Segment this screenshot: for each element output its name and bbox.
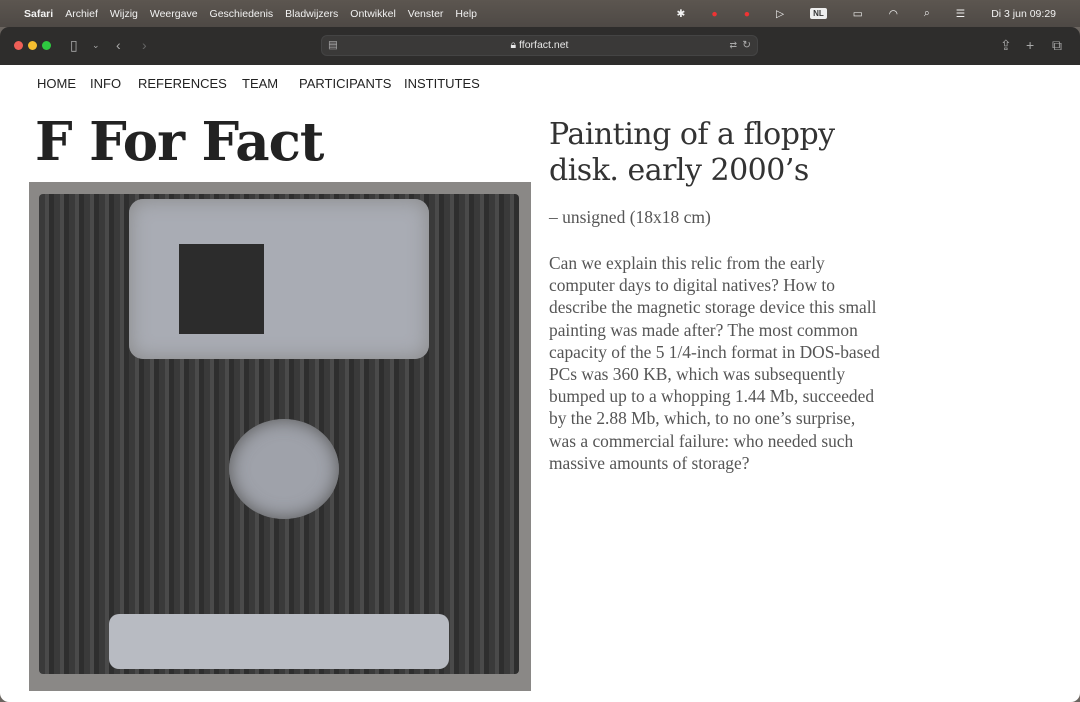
menu-wijzig[interactable]: Wijzig	[110, 8, 138, 20]
control-center-icon[interactable]: ☰	[956, 8, 965, 20]
menu-ontwikkel[interactable]: Ontwikkel	[350, 8, 396, 20]
reader-icon[interactable]: ▤	[328, 36, 338, 55]
clock[interactable]: Di 3 jun 09:29	[991, 8, 1056, 20]
chevron-down-icon[interactable]: ⌄	[92, 40, 100, 51]
search-icon[interactable]: ⌕	[924, 7, 930, 20]
tab-overview-icon[interactable]: ⧉	[1052, 37, 1062, 54]
nav-references[interactable]: REFERENCES	[138, 76, 227, 91]
back-icon[interactable]: ‹	[116, 37, 121, 53]
web-page: HOME INFO REFERENCES TEAM PARTICIPANTS I…	[0, 65, 1080, 702]
minimize-button[interactable]	[28, 41, 37, 50]
artwork-title: Painting of a floppy disk. early 2000’s	[549, 117, 835, 188]
play-icon[interactable]: ▷	[776, 8, 784, 20]
app-status-icon[interactable]: ●	[744, 8, 750, 20]
sidebar-icon[interactable]: ▯	[70, 37, 78, 54]
url: fforfact.net	[519, 39, 569, 51]
artwork-description: Can we explain this relic from the early…	[549, 253, 880, 473]
battery-icon[interactable]: ▭	[853, 8, 863, 20]
artwork-subtitle: – unsigned (18x18 cm)	[549, 207, 711, 227]
menu-geschiedenis[interactable]: Geschiedenis	[210, 8, 274, 20]
address-bar[interactable]: ▤ 🔒︎ fforfact.net ↻ ⇄	[321, 35, 758, 56]
menu-archief[interactable]: Archief	[65, 8, 98, 20]
nav-info[interactable]: INFO	[90, 76, 121, 91]
menu-weergave[interactable]: Weergave	[150, 8, 198, 20]
reload-icon[interactable]: ↻	[742, 36, 751, 55]
menu-app[interactable]: Safari	[24, 8, 53, 20]
macos-menubar: Safari Archief Wijzig Weergave Geschiede…	[0, 0, 1080, 27]
nav-home[interactable]: HOME	[37, 76, 76, 91]
floppy-disk-painting	[29, 182, 531, 691]
status-icon[interactable]: ●	[711, 8, 717, 20]
nav-participants[interactable]: PARTICIPANTS	[299, 76, 391, 91]
close-button[interactable]	[14, 41, 23, 50]
browser-toolbar: ▯ ⌄ ‹ › ▤ 🔒︎ fforfact.net ↻ ⇄ ⇪ + ⧉	[0, 27, 1080, 65]
site-title: F For Fact	[35, 111, 324, 173]
menu-venster[interactable]: Venster	[408, 8, 444, 20]
translate-icon[interactable]: ⇄	[729, 36, 737, 55]
bluetooth-icon[interactable]: ✱	[677, 8, 686, 20]
new-tab-icon[interactable]: +	[1026, 37, 1034, 53]
wifi-icon[interactable]: ◠	[889, 8, 898, 20]
input-source[interactable]: NL	[810, 8, 827, 19]
nav-team[interactable]: TEAM	[242, 76, 278, 91]
zoom-button[interactable]	[42, 41, 51, 50]
share-icon[interactable]: ⇪	[1000, 37, 1012, 54]
menu-bladwijzers[interactable]: Bladwijzers	[285, 8, 338, 20]
nav-institutes[interactable]: INSTITUTES	[404, 76, 480, 91]
forward-icon[interactable]: ›	[142, 37, 147, 53]
menu-help[interactable]: Help	[455, 8, 477, 20]
lock-icon: 🔒︎	[510, 39, 517, 51]
